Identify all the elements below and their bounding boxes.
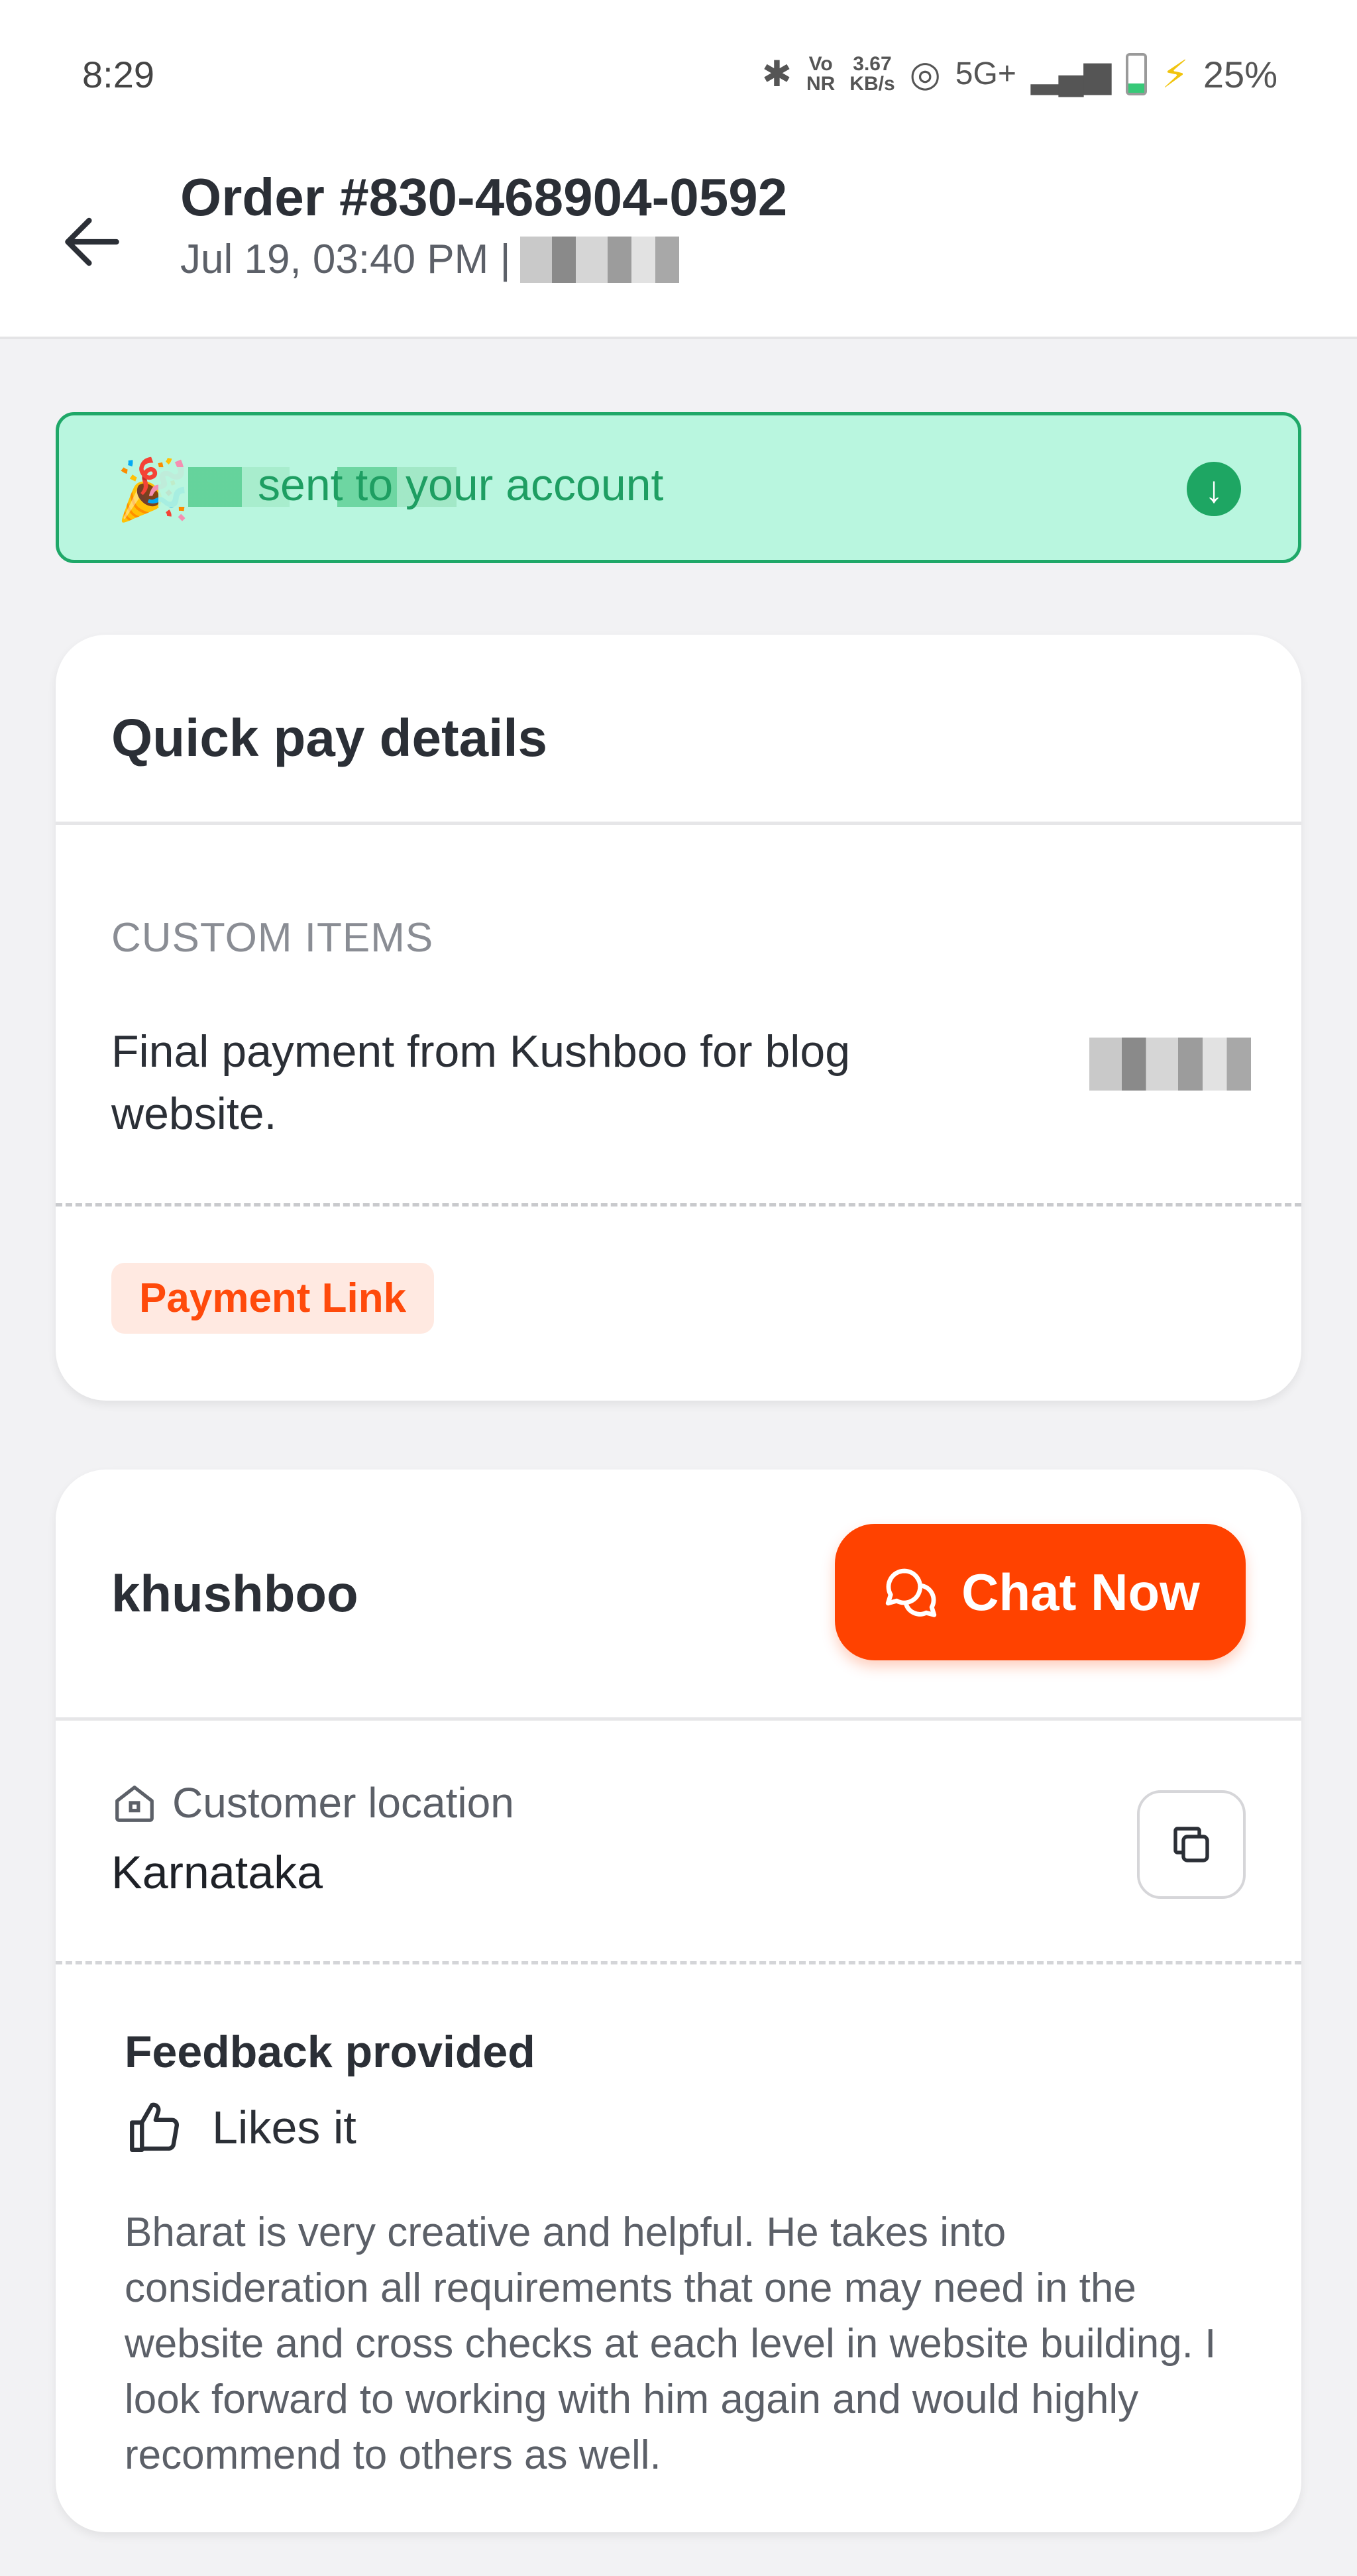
home-icon [115,1786,154,1822]
hotspot-icon: ◎ [909,54,941,94]
payment-sent-banner[interactable]: 🎉 sent to your account ↓ [56,412,1301,563]
battery-percent: 25% [1203,53,1277,95]
rating-label: Likes it [212,2102,356,2153]
bluetooth-icon: ✱ [761,54,792,94]
status-time: 8:29 [82,54,154,95]
payment-link-badge: Payment Link [111,1263,435,1334]
chat-now-button[interactable]: Chat Now [835,1524,1246,1660]
network-speed: 3.67 KB/s [849,53,895,95]
redacted-amount [1089,1038,1251,1091]
banner-text: sent to your account [258,460,664,510]
volte-indicator: Vo NR [806,53,836,95]
divider [56,822,1301,825]
status-icons: ✱ Vo NR 3.67 KB/s ◎ 5G+ ▂▄▆ ⚡ 25% [762,52,1277,97]
chevron-down-icon[interactable]: ↓ [1187,462,1241,516]
location-label: Customer location [172,1779,514,1827]
redacted-text [519,236,679,283]
location-row: Customer location [111,1778,514,1827]
section-label: CUSTOM ITEMS [111,915,434,961]
order-date: Jul 19, 03:40 PM | [180,237,511,282]
battery-icon [1126,53,1148,95]
copy-button[interactable] [1137,1790,1246,1899]
feedback-rating: Likes it [125,2098,356,2157]
chat-now-label: Chat Now [961,1562,1200,1621]
chat-icon [885,1568,937,1617]
feedback-title: Feedback provided [125,2027,535,2077]
quick-pay-card: Quick pay details CUSTOM ITEMS Final pay… [56,635,1301,1401]
order-header: Order #830-468904-0592 Jul 19, 03:40 PM … [0,152,1357,339]
card-title: Quick pay details [111,708,548,767]
charging-icon: ⚡ [1162,53,1189,96]
status-bar: 8:29 ✱ Vo NR 3.67 KB/s ◎ 5G+ ▂▄▆ ⚡ 25% [0,0,1357,152]
thumbs-up-icon [130,2102,179,2152]
back-arrow-icon[interactable] [56,205,129,278]
network-type: 5G+ [955,56,1016,91]
location-value: Karnataka [111,1847,323,1898]
feedback-text: Bharat is very creative and helpful. He … [125,2210,1217,2478]
order-subtitle: Jul 19, 03:40 PM | [180,236,679,283]
signal-icon: ▂▄▆ [1030,54,1112,94]
dashed-divider [56,1961,1301,1964]
item-description: Final payment from Kushboo for blog webs… [111,1026,851,1139]
customer-card: khushboo Chat Now Customer location Karn… [56,1470,1301,2532]
page-title: Order #830-468904-0592 [180,168,788,227]
dashed-divider [56,1203,1301,1207]
divider [56,1717,1301,1721]
customer-name: khushboo [111,1564,358,1623]
copy-icon [1173,1827,1209,1862]
